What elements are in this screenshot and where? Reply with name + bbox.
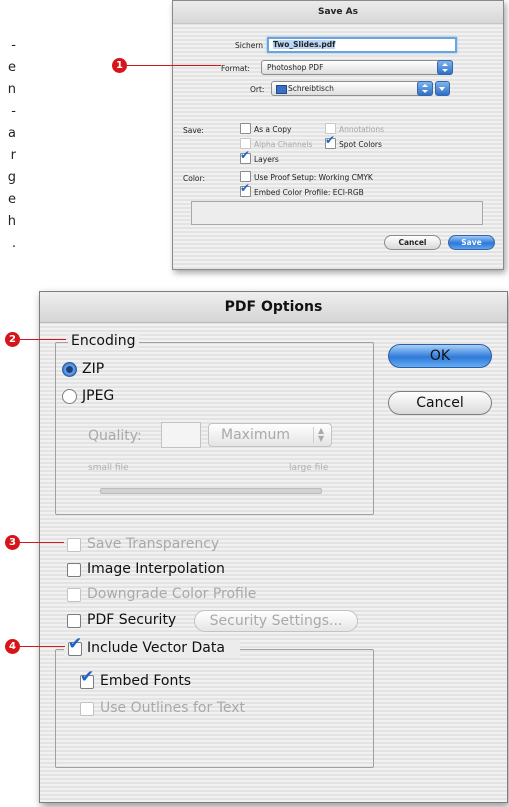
include-vector-label: Include Vector Data (87, 640, 225, 656)
cancel-button[interactable]: Cancel (384, 235, 441, 250)
callout-1-line (127, 65, 221, 66)
include-vector-checkbox[interactable]: ✔ (68, 636, 82, 656)
format-value: Photoshop PDF (267, 63, 324, 72)
callout-2: 2 (5, 332, 20, 347)
embed-fonts-checkbox[interactable]: ✔ (80, 669, 94, 689)
annotations-label: Annotations (339, 125, 385, 134)
quality-label: Quality: (88, 428, 142, 444)
alpha-channels-label: Alpha Channels (254, 140, 313, 149)
text-fragment: e (8, 60, 16, 75)
filename-value: Two_Slides.pdf (273, 40, 336, 49)
ok-button[interactable]: OK (388, 344, 492, 368)
pdf-options-dialog: PDF Options Encoding ZIP JPEG Quality: M… (39, 291, 508, 803)
quality-slider-track[interactable] (100, 488, 322, 494)
use-proof-label: Use Proof Setup: Working CMYK (254, 173, 373, 182)
embed-fonts-label: Embed Fonts (100, 673, 192, 689)
save-transparency-checkbox[interactable] (67, 538, 81, 552)
quality-popup[interactable]: Maximum ▲ ▼ (208, 423, 332, 447)
quality-input[interactable] (161, 422, 201, 448)
callout-4: 4 (5, 639, 20, 654)
encoding-legend: Encoding (68, 333, 139, 349)
text-fragment: h (7, 214, 16, 229)
embed-profile-checkbox[interactable]: ✔ (240, 182, 251, 197)
pdf-security-checkbox[interactable] (67, 614, 81, 628)
embed-profile-label: Embed Color Profile: ECI-RGB (254, 188, 364, 197)
spot-colors-label: Spot Colors (339, 140, 382, 149)
zip-radio[interactable] (62, 362, 77, 377)
image-interpolation-label: Image Interpolation (87, 561, 225, 577)
save-transparency-label: Save Transparency (87, 536, 220, 552)
quality-value: Maximum (221, 427, 290, 443)
text-fragment: - (11, 38, 16, 53)
text-fragment: - (11, 104, 16, 119)
checkmark-icon: ✔ (325, 133, 336, 147)
large-file-label: large file (289, 463, 329, 473)
location-value: Schreibtisch (288, 84, 334, 93)
expand-dialog-button[interactable] (435, 81, 450, 96)
disclosure-triangle-icon (439, 87, 445, 91)
text-fragment: e (8, 192, 16, 207)
text-fragment: . (11, 236, 16, 251)
format-popup[interactable]: Photoshop PDF (261, 60, 453, 75)
jpeg-label: JPEG (82, 388, 115, 404)
popup-arrows-icon: ▲ ▼ (318, 426, 325, 443)
jpeg-radio[interactable] (62, 389, 77, 404)
desktop-folder-icon (276, 85, 287, 94)
text-fragment: n (7, 82, 16, 97)
save-button[interactable]: Save (448, 235, 495, 250)
format-label: Format: (221, 64, 250, 73)
text-fragment: a (8, 126, 16, 141)
filename-field[interactable]: Two_Slides.pdf (267, 37, 457, 53)
cancel-button[interactable]: Cancel (388, 391, 492, 415)
popup-arrows-icon (437, 60, 453, 75)
security-settings-button[interactable]: Security Settings... (194, 610, 358, 632)
checkmark-icon: ✔ (240, 181, 251, 195)
callout-1: 1 (112, 58, 127, 73)
layers-checkbox[interactable]: ✔ (240, 149, 251, 164)
downgrade-profile-label: Downgrade Color Profile (87, 586, 257, 602)
dialog-title: Save As (173, 1, 503, 24)
callout-3-line (20, 542, 64, 543)
popup-arrows-icon (417, 81, 433, 96)
checkmark-icon: ✔ (68, 634, 83, 654)
zip-label: ZIP (82, 361, 105, 377)
use-outlines-checkbox[interactable] (80, 702, 94, 716)
warning-message-box (191, 201, 483, 225)
color-section-label: Color: (183, 174, 205, 183)
checkmark-icon: ✔ (240, 148, 251, 162)
dialog-title: PDF Options (40, 292, 507, 323)
ort-label: Ort: (250, 85, 265, 94)
layers-label: Layers (254, 155, 279, 164)
save-section-label: Save: (183, 126, 204, 135)
callout-4-line (20, 646, 65, 647)
text-fragment: g (7, 170, 16, 185)
use-outlines-label: Use Outlines for Text (100, 700, 246, 716)
callout-2-line (20, 339, 66, 340)
pdf-security-label: PDF Security (87, 612, 177, 628)
spot-colors-checkbox[interactable]: ✔ (325, 134, 336, 149)
downgrade-profile-checkbox[interactable] (67, 588, 81, 602)
popup-divider (313, 427, 314, 443)
text-fragment: r (10, 148, 16, 163)
save-as-dialog: Save As Sichern Two_Slides.pdf Format: P… (172, 0, 504, 270)
callout-3: 3 (5, 535, 20, 550)
as-copy-label: As a Copy (254, 125, 292, 134)
checkmark-icon: ✔ (80, 667, 95, 687)
image-interpolation-checkbox[interactable] (67, 563, 81, 577)
sichern-label: Sichern (235, 41, 264, 50)
as-copy-checkbox[interactable] (240, 123, 251, 134)
location-popup[interactable]: Schreibtisch (271, 81, 433, 96)
small-file-label: small file (88, 463, 129, 473)
